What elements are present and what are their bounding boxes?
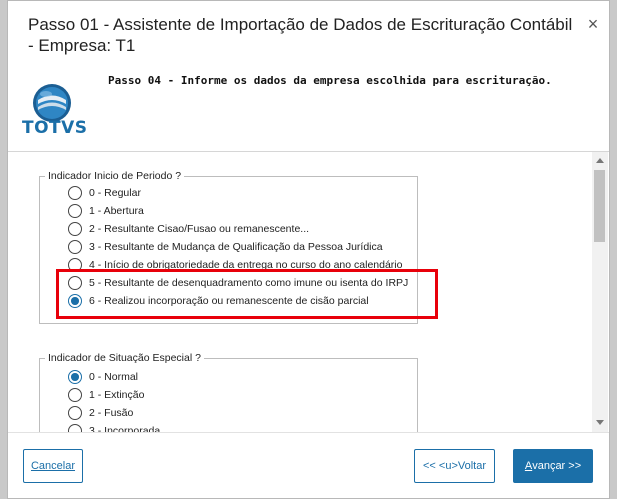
radio-button[interactable] xyxy=(68,258,82,272)
radio-option-label: 2 - Resultante Cisao/Fusao ou remanescen… xyxy=(89,223,310,235)
radio-option[interactable]: 3 - Incorporada xyxy=(68,422,160,432)
radio-button[interactable] xyxy=(68,204,82,218)
form-content[interactable]: Indicador Inicio de Periodo ? 0 - Regula… xyxy=(8,152,609,432)
radio-option[interactable]: 3 - Resultante de Mudança de Qualificaçã… xyxy=(68,238,383,256)
step-label: Passo 04 - Informe os dados da empresa e… xyxy=(108,74,552,87)
footer-divider xyxy=(8,432,609,433)
totvs-logo-icon xyxy=(33,84,71,122)
radio-button[interactable] xyxy=(68,406,82,420)
radio-option-label: 1 - Abertura xyxy=(89,205,144,217)
next-button-label: vançar >> xyxy=(532,460,582,472)
radio-button-checked[interactable] xyxy=(68,294,82,308)
scroll-down-arrow-icon[interactable] xyxy=(596,420,604,425)
next-button[interactable]: Avançar >> xyxy=(513,449,593,483)
radio-option-label: 0 - Normal xyxy=(89,371,139,383)
radio-option-label: 5 - Resultante de desenquadramento como … xyxy=(89,277,409,289)
radio-option[interactable]: 2 - Fusão xyxy=(68,404,133,422)
radio-option[interactable]: 0 - Normal xyxy=(68,368,138,386)
radio-option[interactable]: 2 - Resultante Cisao/Fusao ou remanescen… xyxy=(68,220,309,238)
radio-option-label: 2 - Fusão xyxy=(89,407,134,419)
radio-option-label: 0 - Regular xyxy=(89,187,141,199)
radio-option-label: 1 - Extinção xyxy=(89,389,145,401)
radio-button[interactable] xyxy=(68,222,82,236)
wizard-dialog: Passo 01 - Assistente de Importação de D… xyxy=(7,0,610,499)
radio-button[interactable] xyxy=(68,424,82,432)
next-button-mnemonic: A xyxy=(524,460,533,472)
group-title: Indicador de Situação Especial ? xyxy=(45,351,204,365)
radio-button[interactable] xyxy=(68,388,82,402)
radio-option[interactable]: 4 - Início de obrigatoriedade da entrega… xyxy=(68,256,402,274)
radio-button[interactable] xyxy=(68,276,82,290)
group-title: Indicador Inicio de Periodo ? xyxy=(45,169,185,183)
radio-option[interactable]: 1 - Abertura xyxy=(68,202,144,220)
dialog-header: Passo 01 - Assistente de Importação de D… xyxy=(8,1,609,151)
radio-button[interactable] xyxy=(68,240,82,254)
radio-button-checked[interactable] xyxy=(68,370,82,384)
radio-option[interactable]: 0 - Regular xyxy=(68,184,141,202)
cancel-button[interactable]: Cancelar xyxy=(23,449,83,483)
totvs-logo: TOTVS xyxy=(22,83,88,139)
logo-text: TOTVS xyxy=(22,118,88,138)
vertical-scrollbar[interactable] xyxy=(592,152,608,432)
close-icon[interactable]: × xyxy=(583,14,603,34)
radio-option[interactable]: 6 - Realizou incorporação ou remanescent… xyxy=(68,292,369,310)
radio-option-label: 3 - Incorporada xyxy=(89,425,161,432)
radio-option-label: 4 - Início de obrigatoriedade da entrega… xyxy=(89,259,403,271)
dialog-title: Passo 01 - Assistente de Importação de D… xyxy=(28,15,573,55)
scroll-thumb[interactable] xyxy=(594,170,605,242)
radio-option[interactable]: 1 - Extinção xyxy=(68,386,144,404)
radio-button[interactable] xyxy=(68,186,82,200)
radio-option-label: 6 - Realizou incorporação ou remanescent… xyxy=(89,295,369,307)
back-button[interactable]: << <u>Voltar xyxy=(414,449,495,483)
radio-option-label: 3 - Resultante de Mudança de Qualificaçã… xyxy=(89,241,383,253)
scroll-up-arrow-icon[interactable] xyxy=(596,158,604,163)
radio-option[interactable]: 5 - Resultante de desenquadramento como … xyxy=(68,274,408,292)
